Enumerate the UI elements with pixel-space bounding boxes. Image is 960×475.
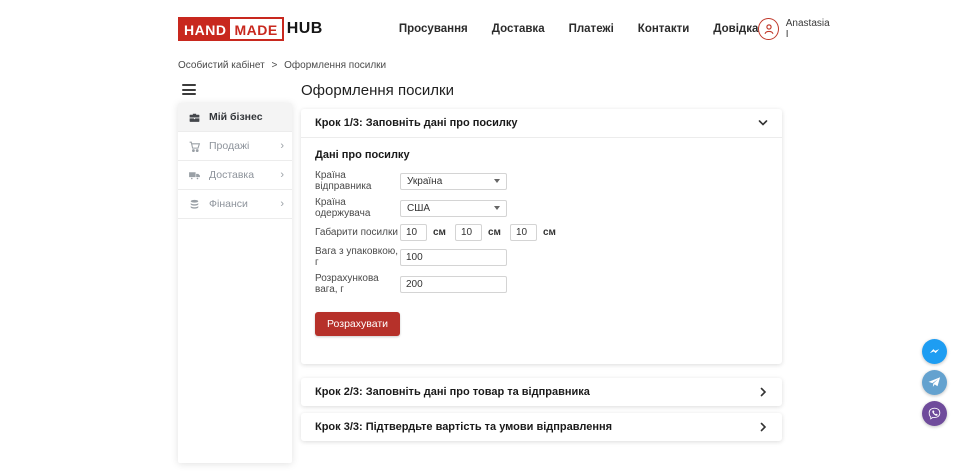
dimension-width-input[interactable]	[455, 224, 482, 241]
breadcrumb-home[interactable]: Особистий кабінет	[178, 60, 265, 71]
nav-item-promotion[interactable]: Просування	[399, 23, 468, 35]
step-2-label: Крок 2/3: Заповніть дані про товар та ві…	[315, 386, 590, 398]
step-3-label: Крок 3/3: Підтвердьте вартість та умови …	[315, 421, 612, 433]
sidebar-item-label: Продажі	[209, 140, 249, 152]
breadcrumb-current: Оформлення посилки	[284, 60, 386, 71]
sidebar-item-label: Мій бізнес	[209, 111, 263, 123]
user-name: Anastasia I	[786, 18, 832, 40]
chevron-down-icon	[758, 118, 768, 128]
select-caret-icon	[494, 206, 500, 210]
cart-icon	[188, 139, 202, 153]
logo-made: MADE	[230, 19, 281, 39]
sidebar-item-label: Фінанси	[209, 198, 248, 210]
sidebar-item-finance[interactable]: Фінанси ›	[178, 190, 292, 219]
select-caret-icon	[494, 179, 500, 183]
nav-item-payments[interactable]: Платежі	[569, 23, 614, 35]
step-2-header[interactable]: Крок 2/3: Заповніть дані про товар та ві…	[301, 378, 782, 406]
recipient-country-select[interactable]: США	[400, 200, 507, 217]
header: HAND MADE HUB Просування Доставка Платеж…	[0, 0, 960, 58]
sender-country-label: Країна відправника	[315, 170, 400, 192]
logo-hand: HAND	[180, 19, 230, 39]
dimension-length-input[interactable]	[400, 224, 427, 241]
messenger-icon[interactable]	[922, 339, 947, 364]
recipient-country-label: Країна одержувача	[315, 197, 400, 219]
form-section-title: Дані про посилку	[315, 149, 768, 161]
parcel-form: Дані про посилку Країна відправника Укра…	[301, 138, 782, 364]
logo-box: HAND MADE	[178, 17, 284, 41]
breadcrumb-separator: >	[272, 60, 278, 71]
unit-cm-label: см	[488, 227, 501, 238]
calc-weight-input[interactable]	[400, 276, 507, 293]
sender-country-value: Україна	[407, 176, 442, 187]
chevron-right-icon: ›	[280, 141, 284, 152]
chevron-right-icon: ›	[280, 170, 284, 181]
viber-icon[interactable]	[922, 401, 947, 426]
nav-item-contacts[interactable]: Контакти	[638, 23, 689, 35]
sidebar-item-my-business[interactable]: Мій бізнес	[178, 103, 292, 132]
main-nav: Просування Доставка Платежі Контакти Дов…	[399, 23, 759, 35]
coins-icon	[188, 197, 202, 211]
sidebar: Мій бізнес Продажі › Доставка ›	[178, 103, 292, 463]
packed-weight-input[interactable]	[400, 249, 507, 266]
packed-weight-label: Вага з упаковкою, г	[315, 246, 400, 268]
step-1-label: Крок 1/3: Заповніть дані про посилку	[315, 117, 517, 129]
user-avatar-icon	[758, 18, 778, 40]
logo[interactable]: HAND MADE HUB	[178, 17, 323, 41]
sender-country-select[interactable]: Україна	[400, 173, 507, 190]
chevron-right-icon	[758, 387, 768, 397]
unit-cm-label: см	[433, 227, 446, 238]
chevron-right-icon: ›	[280, 199, 284, 210]
step-2-card: Крок 2/3: Заповніть дані про товар та ві…	[301, 378, 782, 406]
nav-item-help[interactable]: Довідка	[713, 23, 758, 35]
sidebar-item-sales[interactable]: Продажі ›	[178, 132, 292, 161]
truck-icon	[188, 168, 202, 182]
page-title: Оформлення посилки	[301, 82, 782, 99]
briefcase-icon	[188, 110, 202, 124]
hamburger-menu-icon[interactable]	[182, 84, 196, 95]
logo-hub: HUB	[287, 20, 323, 38]
step-3-card: Крок 3/3: Підтвердьте вартість та умови …	[301, 413, 782, 441]
main-content: Оформлення посилки Крок 1/3: Заповніть д…	[301, 82, 782, 448]
unit-cm-label: см	[543, 227, 556, 238]
step-3-header[interactable]: Крок 3/3: Підтвердьте вартість та умови …	[301, 413, 782, 441]
sidebar-column: Мій бізнес Продажі › Доставка ›	[178, 82, 292, 463]
sidebar-item-delivery[interactable]: Доставка ›	[178, 161, 292, 190]
recipient-country-value: США	[407, 203, 430, 214]
step-1-header[interactable]: Крок 1/3: Заповніть дані про посилку	[301, 109, 782, 138]
user-menu[interactable]: Anastasia I	[758, 18, 831, 40]
step-1-card: Крок 1/3: Заповніть дані про посилку Дан…	[301, 109, 782, 364]
telegram-icon[interactable]	[922, 370, 947, 395]
dimensions-label: Габарити посилки	[315, 227, 400, 238]
calc-weight-label: Розрахункова вага, г	[315, 273, 400, 295]
dimension-height-input[interactable]	[510, 224, 537, 241]
chevron-right-icon	[758, 422, 768, 432]
nav-item-delivery[interactable]: Доставка	[492, 23, 545, 35]
breadcrumb: Особистий кабінет > Оформлення посилки	[178, 60, 782, 71]
sidebar-item-label: Доставка	[209, 169, 254, 181]
calculate-button[interactable]: Розрахувати	[315, 312, 400, 336]
floating-social-buttons	[922, 339, 947, 426]
